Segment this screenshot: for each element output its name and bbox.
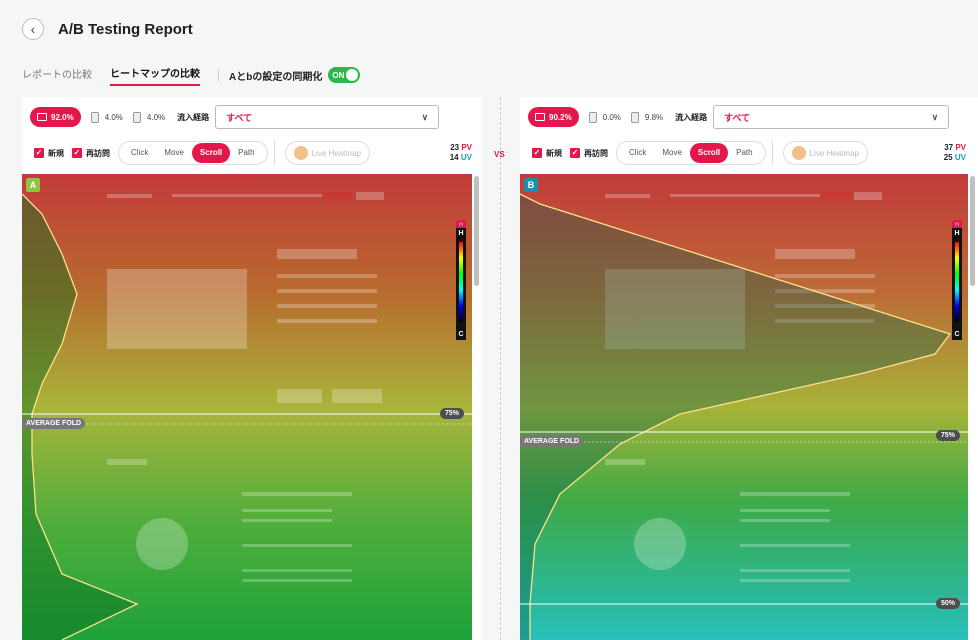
device-pc-button[interactable]: 90.2% — [528, 107, 579, 127]
tab-report-compare[interactable]: レポートの比較 — [22, 66, 92, 85]
flow-select[interactable]: すべて ∨ — [713, 105, 950, 129]
returning-visitor-checkbox[interactable]: ✓ 再訪問 — [72, 148, 110, 159]
percent-75-label: 75% — [935, 430, 960, 441]
mode-move[interactable]: Move — [654, 143, 690, 163]
mode-click[interactable]: Click — [123, 143, 156, 163]
check-icon: ✓ — [72, 148, 82, 158]
flow-label: 流入経路 — [675, 112, 708, 122]
live-heatmap-button[interactable]: Live Heatmap — [782, 141, 868, 165]
filter-row-a: ✓ 新規 ✓ 再訪問 Click Move Scroll Path Live Hea… — [34, 141, 370, 165]
mode-path[interactable]: Path — [728, 143, 760, 163]
chevron-down-icon: ∨ — [421, 111, 429, 122]
heatmap-canvas-b — [520, 174, 968, 640]
chevron-down-icon: ∨ — [931, 111, 939, 122]
tab-divider — [218, 69, 219, 81]
heat-legend: H C — [456, 228, 466, 340]
percent-50-label: 50% — [935, 598, 960, 609]
filter-row-b: ✓ 新規 ✓ 再訪問 Click Move Scroll Path Live Hea… — [532, 141, 868, 165]
live-heatmap-button[interactable]: Live Heatmap — [284, 141, 370, 165]
mobile-icon — [132, 111, 141, 123]
monitor-icon — [37, 113, 47, 121]
vs-label: VS — [494, 150, 505, 159]
average-fold-label: AVERAGE FOLD — [22, 418, 86, 429]
device-row-b: 90.2% 0.0% 9.8% 流入経路 すべて ∨ — [528, 105, 950, 129]
device-mobile-button[interactable]: 4.0% — [132, 111, 165, 123]
device-mobile-button[interactable]: 9.8% — [630, 111, 663, 123]
new-visitor-checkbox[interactable]: ✓ 新規 — [532, 148, 562, 159]
mode-move[interactable]: Move — [156, 143, 192, 163]
pv-uv-stats-a: 23 PV 14 UV — [449, 143, 472, 162]
sync-settings-label: Aとbの設定の同期化 — [229, 71, 323, 83]
mode-scroll[interactable]: Scroll — [689, 143, 729, 163]
variant-b-badge: B — [524, 178, 538, 192]
device-tablet-button[interactable]: 0.0% — [588, 111, 621, 123]
tablet-icon — [588, 111, 597, 123]
live-heatmap-icon — [293, 146, 308, 160]
flow-select[interactable]: すべて ∨ — [215, 105, 440, 129]
tablet-icon — [90, 111, 99, 123]
pv-uv-stats-b: 37 PV 25 UV — [943, 143, 966, 162]
heatmap-canvas-a — [22, 174, 472, 640]
new-visitor-checkbox[interactable]: ✓ 新規 — [34, 148, 64, 159]
returning-visitor-checkbox[interactable]: ✓ 再訪問 — [570, 148, 608, 159]
variant-a-badge: A — [26, 178, 40, 192]
mode-switch: Click Move Scroll Path — [616, 141, 766, 165]
scroll-heatmap-a[interactable]: A ‹› ›‹ H C 75% AVERAGE FOLD — [22, 174, 472, 640]
panel-divider — [500, 97, 501, 640]
header: ‹ A/B Testing Report — [0, 0, 978, 58]
check-icon: ✓ — [570, 148, 580, 158]
scrollbar-b[interactable] — [970, 176, 975, 286]
scrollbar-a[interactable] — [474, 176, 479, 286]
device-row-a: 92.0% 4.0% 4.0% 流入経路 すべて ∨ — [30, 105, 440, 129]
back-button[interactable]: ‹ — [22, 18, 44, 40]
percent-75-label: 75% — [439, 408, 464, 419]
ab-testing-report-page: ‹ A/B Testing Report レポートの比較 ヒートマップの比較 A… — [0, 0, 978, 640]
page-title: A/B Testing Report — [58, 20, 193, 38]
mode-path[interactable]: Path — [230, 143, 262, 163]
live-heatmap-icon — [791, 146, 806, 160]
mobile-icon — [630, 111, 639, 123]
device-pc-button[interactable]: 92.0% — [30, 107, 81, 127]
sync-toggle[interactable]: ON — [328, 67, 361, 83]
average-fold-label: AVERAGE FOLD — [520, 436, 584, 447]
check-icon: ✓ — [532, 148, 542, 158]
heat-legend: H C — [952, 228, 962, 340]
flow-label: 流入経路 — [177, 112, 210, 122]
tab-heatmap-compare[interactable]: ヒートマップの比較 — [110, 65, 200, 86]
monitor-icon — [535, 113, 545, 121]
mode-switch: Click Move Scroll Path — [118, 141, 268, 165]
tab-bar: レポートの比較 ヒートマップの比較 Aとbの設定の同期化 ON — [0, 58, 978, 92]
device-tablet-button[interactable]: 4.0% — [90, 111, 123, 123]
scroll-heatmap-b[interactable]: B ‹› H C 75% AVERAGE FOLD 50% — [520, 174, 968, 640]
mode-scroll[interactable]: Scroll — [191, 143, 231, 163]
chevron-left-icon: ‹ — [30, 21, 36, 37]
mode-click[interactable]: Click — [621, 143, 654, 163]
check-icon: ✓ — [34, 148, 44, 158]
